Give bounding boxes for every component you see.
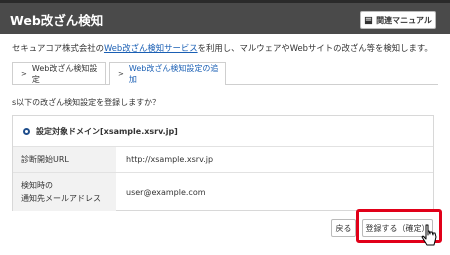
mouse-cursor-icon [421,224,437,246]
radio-bullet-icon [23,127,30,135]
book-icon [365,16,373,24]
table-row: 診断開始URL http://xsample.xsrv.jp [13,146,433,172]
tab-add-settings[interactable]: > Web改ざん検知設定の追加 [109,62,226,85]
page-header: Web改ざん検知 関連マニュアル [0,0,450,34]
description-prefix: セキュアコア株式会社の [12,43,104,53]
service-link[interactable]: Web改ざん検知サービス [104,43,198,53]
start-url-value: http://xsample.xsrv.jp [126,155,214,164]
table-row: 検知時の 通知先メールアドレス user@example.com [13,172,433,211]
notify-email-label: 検知時の 通知先メールアドレス [13,173,116,211]
notify-email-label-line1: 検知時の [21,181,53,190]
manual-button[interactable]: 関連マニュアル [360,11,436,29]
chevron-right-icon: > [118,70,124,78]
tab-add-settings-label: Web改ざん検知設定の追加 [128,64,219,84]
tab-settings-label: Web改ざん検知設定 [31,63,98,84]
confirmation-question: s以下の改ざん検知設定を登録しますか？ [12,98,161,107]
back-button[interactable]: 戻る [331,219,356,237]
panel-heading: 設定対象ドメイン[xsample.xsrv.jp] [13,116,433,146]
tab-bar: > Web改ざん検知設定 > Web改ざん検知設定の追加 [12,62,438,85]
chevron-right-icon: > [21,69,27,78]
manual-button-label: 関連マニュアル [376,15,432,25]
target-domain-heading: 設定対象ドメイン[xsample.xsrv.jp] [36,126,178,136]
tab-settings[interactable]: > Web改ざん検知設定 [12,62,106,84]
start-url-label: 診断開始URL [13,147,116,172]
service-description: セキュアコア株式会社のWeb改ざん検知サービスを利用し、マルウェアやWebサイト… [12,42,433,54]
page-title: Web改ざん検知 [10,13,104,28]
description-suffix: を利用し、マルウェアやWebサイトの改ざん等を検知します。 [197,43,433,53]
settings-panel: 設定対象ドメイン[xsample.xsrv.jp] 診断開始URL http:/… [12,115,434,211]
notify-email-value: user@example.com [126,187,206,197]
notify-email-label-line2: 通知先メールアドレス [21,194,101,203]
